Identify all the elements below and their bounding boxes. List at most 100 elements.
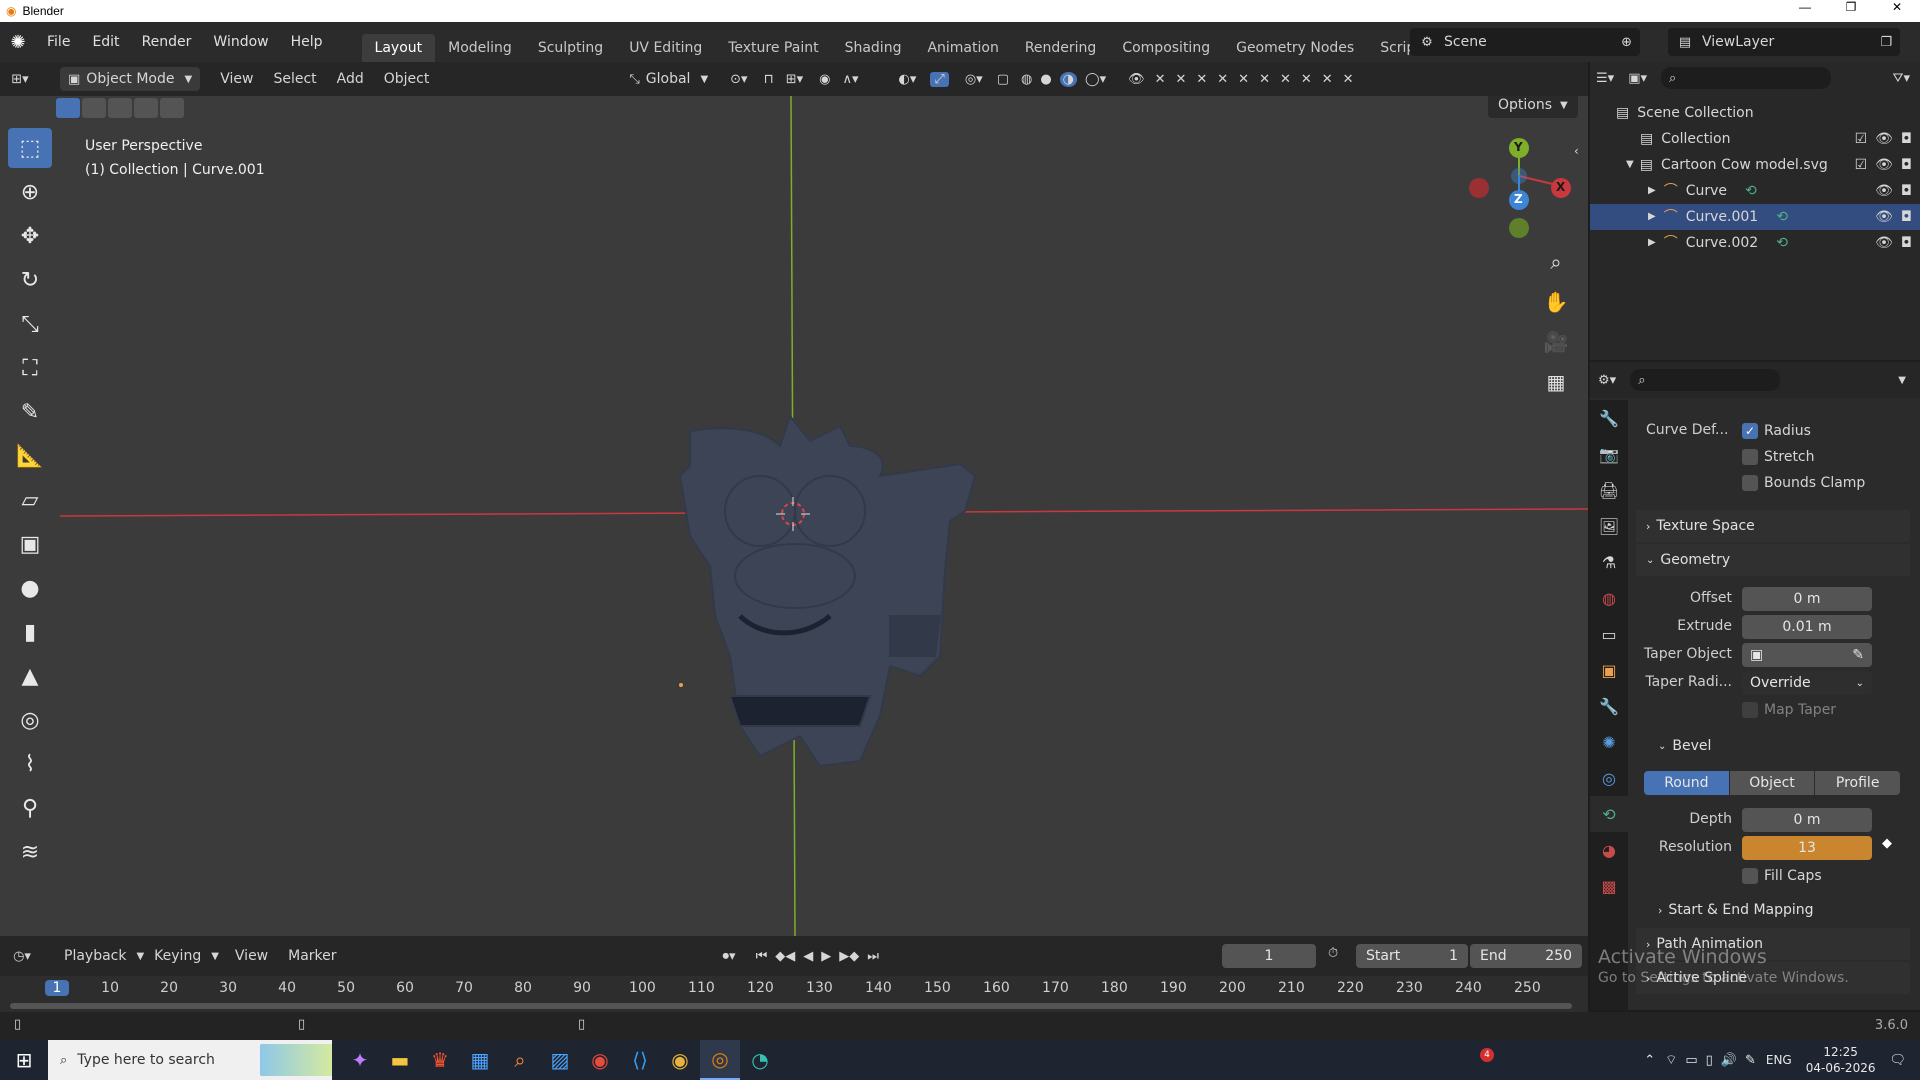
gizmo-z-label[interactable]: Z <box>1514 192 1523 206</box>
start-frame-field[interactable]: Start 1 <box>1356 944 1468 968</box>
menu-window[interactable]: Window <box>202 34 279 50</box>
menu-help[interactable]: Help <box>280 34 334 50</box>
select-intersect-icon[interactable] <box>160 98 184 118</box>
eye-icon[interactable]: 👁 <box>1875 204 1893 230</box>
outliner-item-curve-001[interactable]: ▶ ⌒ Curve.001 ⟲ 👁 ◘ <box>1590 204 1920 230</box>
network-icon[interactable]: ▯ <box>1706 1053 1713 1068</box>
eyedropper-icon[interactable]: ✎ <box>1852 647 1864 663</box>
camera-icon[interactable]: ◘ <box>1901 126 1912 152</box>
copilot-icon[interactable]: ✦ <box>340 1040 380 1080</box>
current-frame-field[interactable]: 1 <box>1222 944 1316 968</box>
tab-shading[interactable]: Shading <box>832 34 915 62</box>
eye-icon[interactable]: 👁 <box>1875 152 1893 178</box>
search-app-icon[interactable]: ⌕ <box>500 1040 540 1080</box>
play-icon[interactable]: ▶ <box>821 949 831 964</box>
material-tab-icon[interactable]: ◕ <box>1590 832 1628 868</box>
cursor-icon[interactable]: ⊕ <box>8 172 52 212</box>
add-cube-icon[interactable]: ▣ <box>8 524 52 564</box>
add-curve-icon[interactable]: ⌇ <box>8 744 52 784</box>
select-box-icon[interactable]: ⬚ <box>8 128 52 168</box>
tool-tab-icon[interactable]: 🔧 <box>1590 400 1628 436</box>
maximize-button[interactable]: ❐ <box>1828 0 1874 14</box>
add-plane-icon[interactable]: ▱ <box>8 480 52 520</box>
add-sphere-icon[interactable]: ● <box>8 568 52 608</box>
editor-type-icon[interactable]: ⊞▾ <box>0 72 40 87</box>
eye-icon[interactable]: 👁 <box>1875 178 1893 204</box>
view-layer-selector[interactable]: ▤ ViewLayer ❐ <box>1668 28 1900 56</box>
annotate-icon[interactable]: ✎ <box>8 392 52 432</box>
solid-shading-icon[interactable]: ● <box>1040 72 1051 87</box>
camera-icon[interactable]: ◘ <box>1901 230 1912 256</box>
texture-tab-icon[interactable]: ▩ <box>1590 868 1628 904</box>
play-reverse-icon[interactable]: ◀ <box>803 949 813 964</box>
overlay-icon[interactable]: ◎▾ <box>965 72 983 87</box>
particles-tab-icon[interactable]: ✺ <box>1590 724 1628 760</box>
tab-sculpting[interactable]: Sculpting <box>525 34 616 62</box>
timeline-editor-icon[interactable]: ◷▾ <box>0 949 44 964</box>
pin-icon[interactable]: ⊕ <box>1621 35 1632 50</box>
world-tab-icon[interactable]: ◍ <box>1590 580 1628 616</box>
measure-icon[interactable]: 📐 <box>8 436 52 476</box>
outliner-search-input[interactable]: ⌕ <box>1661 67 1831 89</box>
menu-select[interactable]: Select <box>263 71 326 87</box>
select-subtract-icon[interactable] <box>108 98 132 118</box>
options-dropdown[interactable]: Options ▼ <box>1488 96 1578 118</box>
tab-modeling[interactable]: Modeling <box>435 34 525 62</box>
filter-icon[interactable]: ⛛▾ <box>1893 71 1910 86</box>
expand-icon[interactable]: ▼ <box>1626 152 1634 178</box>
add-view-layer-icon[interactable]: ❐ <box>1880 35 1892 50</box>
prev-keyframe-icon[interactable]: ◆◀ <box>775 949 795 964</box>
windows-start-icon[interactable]: ⊞ <box>0 1040 48 1080</box>
gizmo-toggle-icon[interactable]: ⤢ <box>930 71 949 87</box>
collection-filter-icons[interactable]: ✕✕✕✕✕✕✕✕✕✕ <box>1155 72 1364 87</box>
checkbox-icon[interactable] <box>1742 449 1758 465</box>
clock[interactable]: 12:25 04-06-2026 <box>1806 1044 1876 1076</box>
vscode-icon[interactable]: ⟨⟩ <box>620 1040 660 1080</box>
select-new-icon[interactable] <box>56 98 80 118</box>
display-mode-icon[interactable]: ▣▾ <box>1628 71 1647 86</box>
volume-icon[interactable]: 🔊 <box>1721 1053 1737 1068</box>
scene-selector[interactable]: ⚙ Scene ⊕ <box>1410 28 1640 56</box>
menu-timeline-view[interactable]: View <box>225 948 278 964</box>
bevel-panel[interactable]: ⌄ Bevel <box>1646 730 1910 762</box>
menu-view[interactable]: View <box>210 71 263 87</box>
outliner-scene-collection[interactable]: ▤ Scene Collection <box>1590 100 1920 126</box>
checkbox-icon[interactable] <box>1742 702 1758 718</box>
timeline-scrollbar[interactable] <box>10 1003 1572 1009</box>
brave-browser-icon[interactable]: ♛ <box>420 1040 460 1080</box>
checkbox-icon[interactable] <box>1742 475 1758 491</box>
menu-playback[interactable]: Playback <box>54 948 136 964</box>
checkbox-icon[interactable]: ☑ <box>1855 126 1868 152</box>
tab-animation[interactable]: Animation <box>914 34 1011 62</box>
start-end-mapping-panel[interactable]: › Start & End Mapping <box>1646 894 1910 926</box>
chevron-up-icon[interactable]: ⌃ <box>1644 1053 1655 1068</box>
minimize-button[interactable]: — <box>1782 0 1828 14</box>
eye-icon[interactable]: 👁 <box>1875 126 1893 152</box>
offset-field[interactable]: 0 m <box>1742 587 1872 611</box>
path-animation-panel[interactable]: › Path Animation <box>1636 928 1910 960</box>
expand-icon[interactable]: ▶ <box>1648 204 1656 230</box>
photo-app-icon[interactable]: ▨ <box>540 1040 580 1080</box>
expand-icon[interactable]: ▶ <box>1648 178 1656 204</box>
zoom-icon[interactable]: ⌕ <box>1538 244 1574 280</box>
record-icon[interactable]: ⏺▾ <box>723 949 736 964</box>
keyframe-icon[interactable]: ◆ <box>1882 836 1892 851</box>
proportional-edit-icon[interactable]: ◉ <box>819 72 830 87</box>
modifier-tab-icon[interactable]: 🔧 <box>1590 688 1628 724</box>
blender-menu-icon[interactable]: ✺ <box>0 32 36 53</box>
tab-compositing[interactable]: Compositing <box>1109 34 1223 62</box>
menu-marker[interactable]: Marker <box>278 948 346 964</box>
expand-icon[interactable]: ▶ <box>1648 230 1656 256</box>
ortho-grid-icon[interactable]: ▦ <box>1538 364 1574 400</box>
camera-icon[interactable]: ◘ <box>1901 152 1912 178</box>
eye-icon[interactable]: 👁 <box>1128 72 1145 87</box>
mode-dropdown[interactable]: ▣ Object Mode ▼ <box>60 67 201 91</box>
camera-view-icon[interactable]: 🎥 <box>1538 324 1574 360</box>
menu-object[interactable]: Object <box>374 71 440 87</box>
scale-icon[interactable]: ⤡ <box>8 304 52 344</box>
active-spline-panel[interactable]: › Active Spline <box>1636 962 1910 994</box>
physics-tab-icon[interactable]: ◎ <box>1590 760 1628 796</box>
tab-layout[interactable]: Layout <box>361 34 436 62</box>
outliner-editor-icon[interactable]: ☰▾ <box>1596 71 1614 86</box>
stretch-checkbox[interactable]: Stretch <box>1742 449 1815 465</box>
